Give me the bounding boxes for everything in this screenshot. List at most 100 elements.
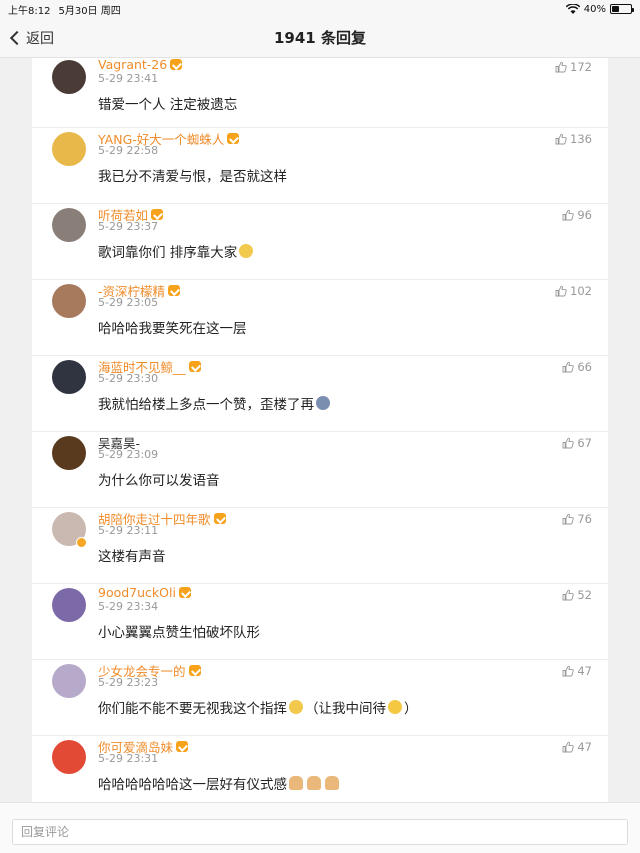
battery-fill [612,6,620,12]
wifi-icon [565,4,580,14]
comment-content: 哈哈哈我要笑死在这一层 [98,317,247,337]
comment-item[interactable]: 胡陪你走过十四年歌 5-29 23:11 这楼有声音 76 [32,508,608,584]
comment-time: 5-29 23:37 [98,220,159,233]
like-count: 76 [577,512,592,526]
like-count: 136 [570,132,592,146]
like-button[interactable]: 96 [562,208,592,222]
comment-time: 5-29 23:09 [98,448,159,461]
vip-badge-icon [227,133,240,144]
comment-time: 5-29 23:05 [98,296,159,309]
like-button[interactable]: 47 [562,664,592,678]
back-button[interactable]: 返回 [8,18,54,58]
back-label: 返回 [26,31,54,47]
comment-time: 5-29 23:34 [98,600,159,613]
like-button[interactable]: 67 [562,436,592,450]
like-button[interactable]: 102 [555,284,592,298]
comment-text: 我已分不清爱与恨，是否就这样 [98,169,287,185]
comment-username[interactable]: 9ood7uckOli [98,585,191,600]
comment-content: 我已分不清爱与恨，是否就这样 [98,165,287,185]
comment-item[interactable]: 吴嘉昊- 5-29 23:09 为什么你可以发语音 67 [32,432,608,508]
thumbs-up-icon [555,61,567,73]
like-button[interactable]: 136 [555,132,592,146]
battery-percent: 40% [583,3,606,15]
pray-emoji-icon [289,776,303,790]
pray-emoji-icon [307,776,321,790]
reply-comment-input[interactable] [12,819,628,845]
like-button[interactable]: 76 [562,512,592,526]
comment-content: 哈哈哈哈哈哈这一层好有仪式感 [98,773,341,793]
comment-text: 错爱一个人 注定被遗忘 [98,97,238,113]
comment-text: 为什么你可以发语音 [98,473,220,489]
username-text: Vagrant-26 [98,58,168,72]
comment-text-close: ） [404,701,418,717]
vip-badge-icon [151,209,164,220]
comment-text: 哈哈哈哈哈哈这一层好有仪式感 [98,777,287,793]
comment-time: 5-29 22:58 [98,144,159,157]
comment-content: 歌词靠你们 排序靠大家 [98,241,255,261]
like-count: 172 [570,60,592,74]
comment-text: 哈哈哈我要笑死在这一层 [98,321,247,337]
like-button[interactable]: 172 [555,60,592,74]
comment-username[interactable]: Vagrant-26 [98,58,183,72]
page-title: 1941 条回复 [274,29,366,47]
status-date: 5月30日 周四 [58,5,121,17]
thumbs-up-icon [562,589,575,601]
comment-item[interactable]: 海蓝时不见鲸__ 5-29 23:30 我就怕给楼上多点一个赞，歪楼了再 66 [32,356,608,432]
comment-item[interactable]: 少女龙会专一的 5-29 23:23 你们能不能不要无视我这个指挥 （让我中间待） … [32,660,608,736]
comment-list: Vagrant-26 5-29 23:41 错爱一个人 注定被遗忘 172 YAN… [32,58,608,802]
comment-content: 小心翼翼点赞生怕破坏队形 [98,621,260,641]
like-count: 47 [577,740,592,754]
comment-content: 错爱一个人 注定被遗忘 [98,93,237,113]
like-button[interactable]: 52 [562,588,592,602]
comment-time: 5-29 23:11 [98,524,159,537]
comment-content: 你们能不能不要无视我这个指挥 （让我中间待 ） [98,697,418,717]
status-right: 40% [565,3,634,15]
comment-text: 小心翼翼点赞生怕破坏队形 [98,625,260,641]
comment-item[interactable]: 9ood7uckOli 5-29 23:34 小心翼翼点赞生怕破坏队形 52 [32,584,608,660]
avatar[interactable] [52,208,86,242]
comment-text: 这楼有声音 [98,549,166,565]
avatar[interactable] [52,360,86,394]
vip-badge-icon [178,587,191,598]
thumbs-up-icon [555,285,567,297]
battery-icon [610,4,634,14]
avatar[interactable] [52,664,86,698]
comment-time: 5-29 23:30 [98,372,159,385]
like-button[interactable]: 47 [562,740,592,754]
comment-text-extra: （让我中间待 [305,701,386,717]
thumbs-up-icon [555,133,567,145]
avatar[interactable] [52,588,86,622]
chevron-left-icon [9,30,25,46]
vip-badge-icon [188,665,201,676]
avatar[interactable] [52,436,86,470]
bottom-bar [0,802,640,853]
comment-item[interactable]: YANG-好大一个蜘蛛人 5-29 22:58 我已分不清爱与恨，是否就这样 13… [32,128,608,204]
thumbs-up-icon [562,665,575,677]
comment-item[interactable]: Vagrant-26 5-29 23:41 错爱一个人 注定被遗忘 172 [32,58,608,128]
avatar[interactable] [52,132,86,166]
thumbs-up-icon [562,437,575,449]
vip-badge-icon [170,59,183,70]
avatar[interactable] [52,740,86,774]
scared-emoji-icon [316,396,330,410]
comment-text: 你们能不能不要无视我这个指挥 [98,701,287,717]
like-count: 67 [577,436,592,450]
verified-badge-icon [76,537,87,548]
vip-badge-icon [213,513,226,524]
nav-bar: 返回 1941 条回复 [0,18,640,58]
comment-content: 我就怕给楼上多点一个赞，歪楼了再 [98,393,332,413]
pray-emoji-icon [325,776,339,790]
comment-item[interactable]: 听荷若如 5-29 23:37 歌词靠你们 排序靠大家 96 [32,204,608,280]
avatar[interactable] [52,284,86,318]
comment-item[interactable]: -资深柠檬精 5-29 23:05 哈哈哈我要笑死在这一层 102 [32,280,608,356]
thumbs-up-icon [562,513,575,525]
status-time: 上午8:12 [8,5,51,17]
comment-text: 歌词靠你们 排序靠大家 [98,245,238,261]
like-button[interactable]: 66 [562,360,592,374]
comment-item[interactable]: 你可爱滴岛妹 5-29 23:31 哈哈哈哈哈哈这一层好有仪式感 47 [32,736,608,802]
status-bar: 上午8:12 5月30日 周四 40% [0,0,640,18]
like-count: 102 [570,284,592,298]
comment-time: 5-29 23:41 [98,72,159,85]
like-count: 47 [577,664,592,678]
avatar[interactable] [52,60,86,94]
